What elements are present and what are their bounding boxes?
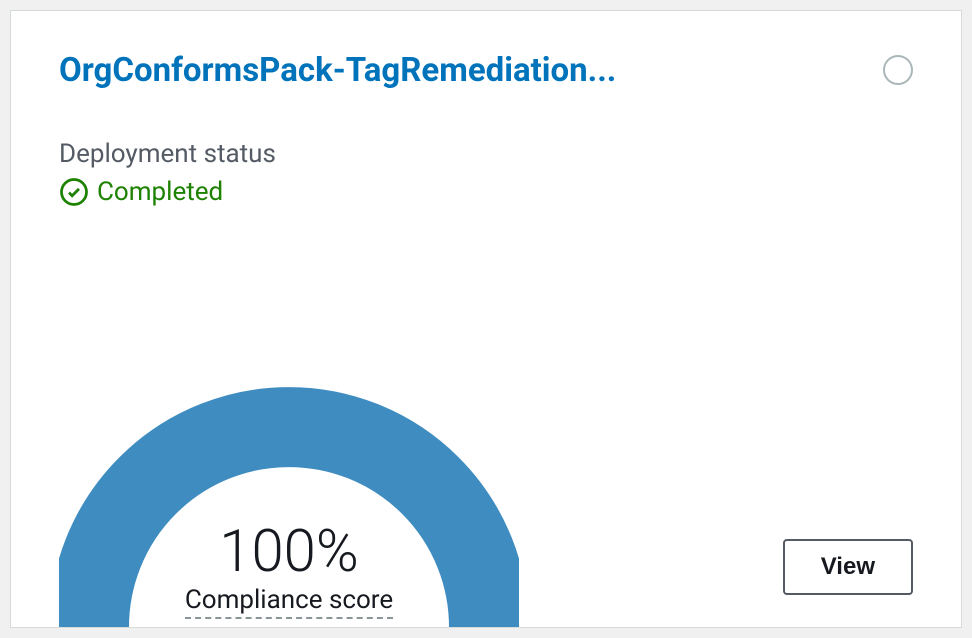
status-value-row: Completed bbox=[59, 177, 913, 207]
gauge-value: 100% bbox=[59, 523, 519, 581]
select-radio[interactable] bbox=[883, 55, 913, 85]
pack-title-link[interactable]: OrgConformsPack-TagRemediation... bbox=[59, 51, 616, 91]
status-value: Completed bbox=[97, 177, 223, 207]
gauge-text: 100% Compliance score bbox=[59, 523, 519, 619]
status-label: Deployment status bbox=[59, 139, 913, 169]
gauge-label: Compliance score bbox=[185, 585, 393, 619]
deployment-status-section: Deployment status Completed bbox=[59, 139, 913, 207]
conformance-pack-card: OrgConformsPack-TagRemediation... Deploy… bbox=[10, 10, 962, 628]
compliance-gauge: 100% Compliance score bbox=[59, 337, 519, 627]
check-circle-icon bbox=[59, 177, 89, 207]
view-button[interactable]: View bbox=[783, 539, 913, 595]
card-header: OrgConformsPack-TagRemediation... bbox=[59, 51, 913, 91]
